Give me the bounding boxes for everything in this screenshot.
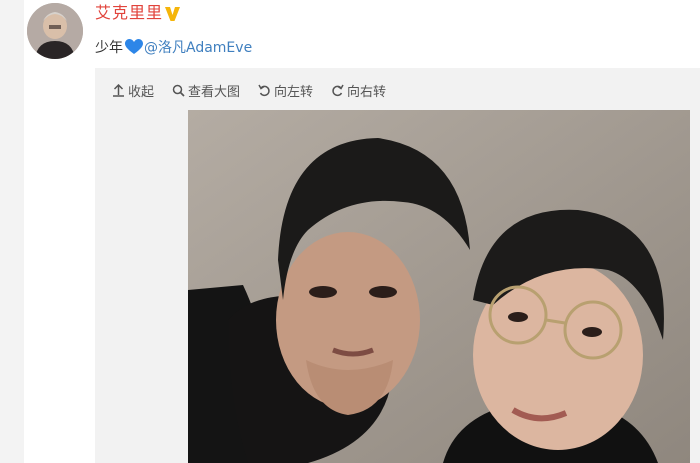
collapse-label: 收起 bbox=[128, 84, 155, 100]
view-large-button[interactable]: 查看大图 bbox=[172, 81, 240, 100]
post-photo[interactable] bbox=[188, 110, 690, 463]
image-toolbar: 收起 查看大图 向左转 向右转 bbox=[112, 80, 404, 100]
rotate-left-label: 向左转 bbox=[274, 84, 314, 100]
username[interactable]: 艾克里里 bbox=[95, 2, 163, 24]
collapse-button[interactable]: 收起 bbox=[112, 81, 154, 100]
rotate-left-icon bbox=[258, 84, 270, 96]
avatar-image bbox=[27, 3, 83, 59]
rotate-right-button[interactable]: 向右转 bbox=[331, 81, 386, 100]
blue-heart-icon bbox=[125, 39, 143, 54]
page-left-gutter bbox=[0, 0, 24, 463]
rotate-right-icon bbox=[332, 84, 344, 96]
selfie-photo bbox=[188, 110, 690, 463]
view-large-label: 查看大图 bbox=[188, 84, 241, 100]
vip-v-icon bbox=[165, 7, 180, 21]
arrow-up-icon bbox=[113, 83, 124, 97]
rotate-left-button[interactable]: 向左转 bbox=[258, 81, 313, 100]
rotate-right-label: 向右转 bbox=[347, 84, 387, 100]
magnifier-icon bbox=[172, 84, 185, 97]
mention-link[interactable]: @洛凡AdamEve bbox=[144, 37, 252, 57]
post-text: 少年 bbox=[95, 40, 123, 56]
post-content: 少年 @洛凡AdamEve bbox=[95, 35, 252, 59]
user-avatar[interactable] bbox=[27, 3, 83, 59]
